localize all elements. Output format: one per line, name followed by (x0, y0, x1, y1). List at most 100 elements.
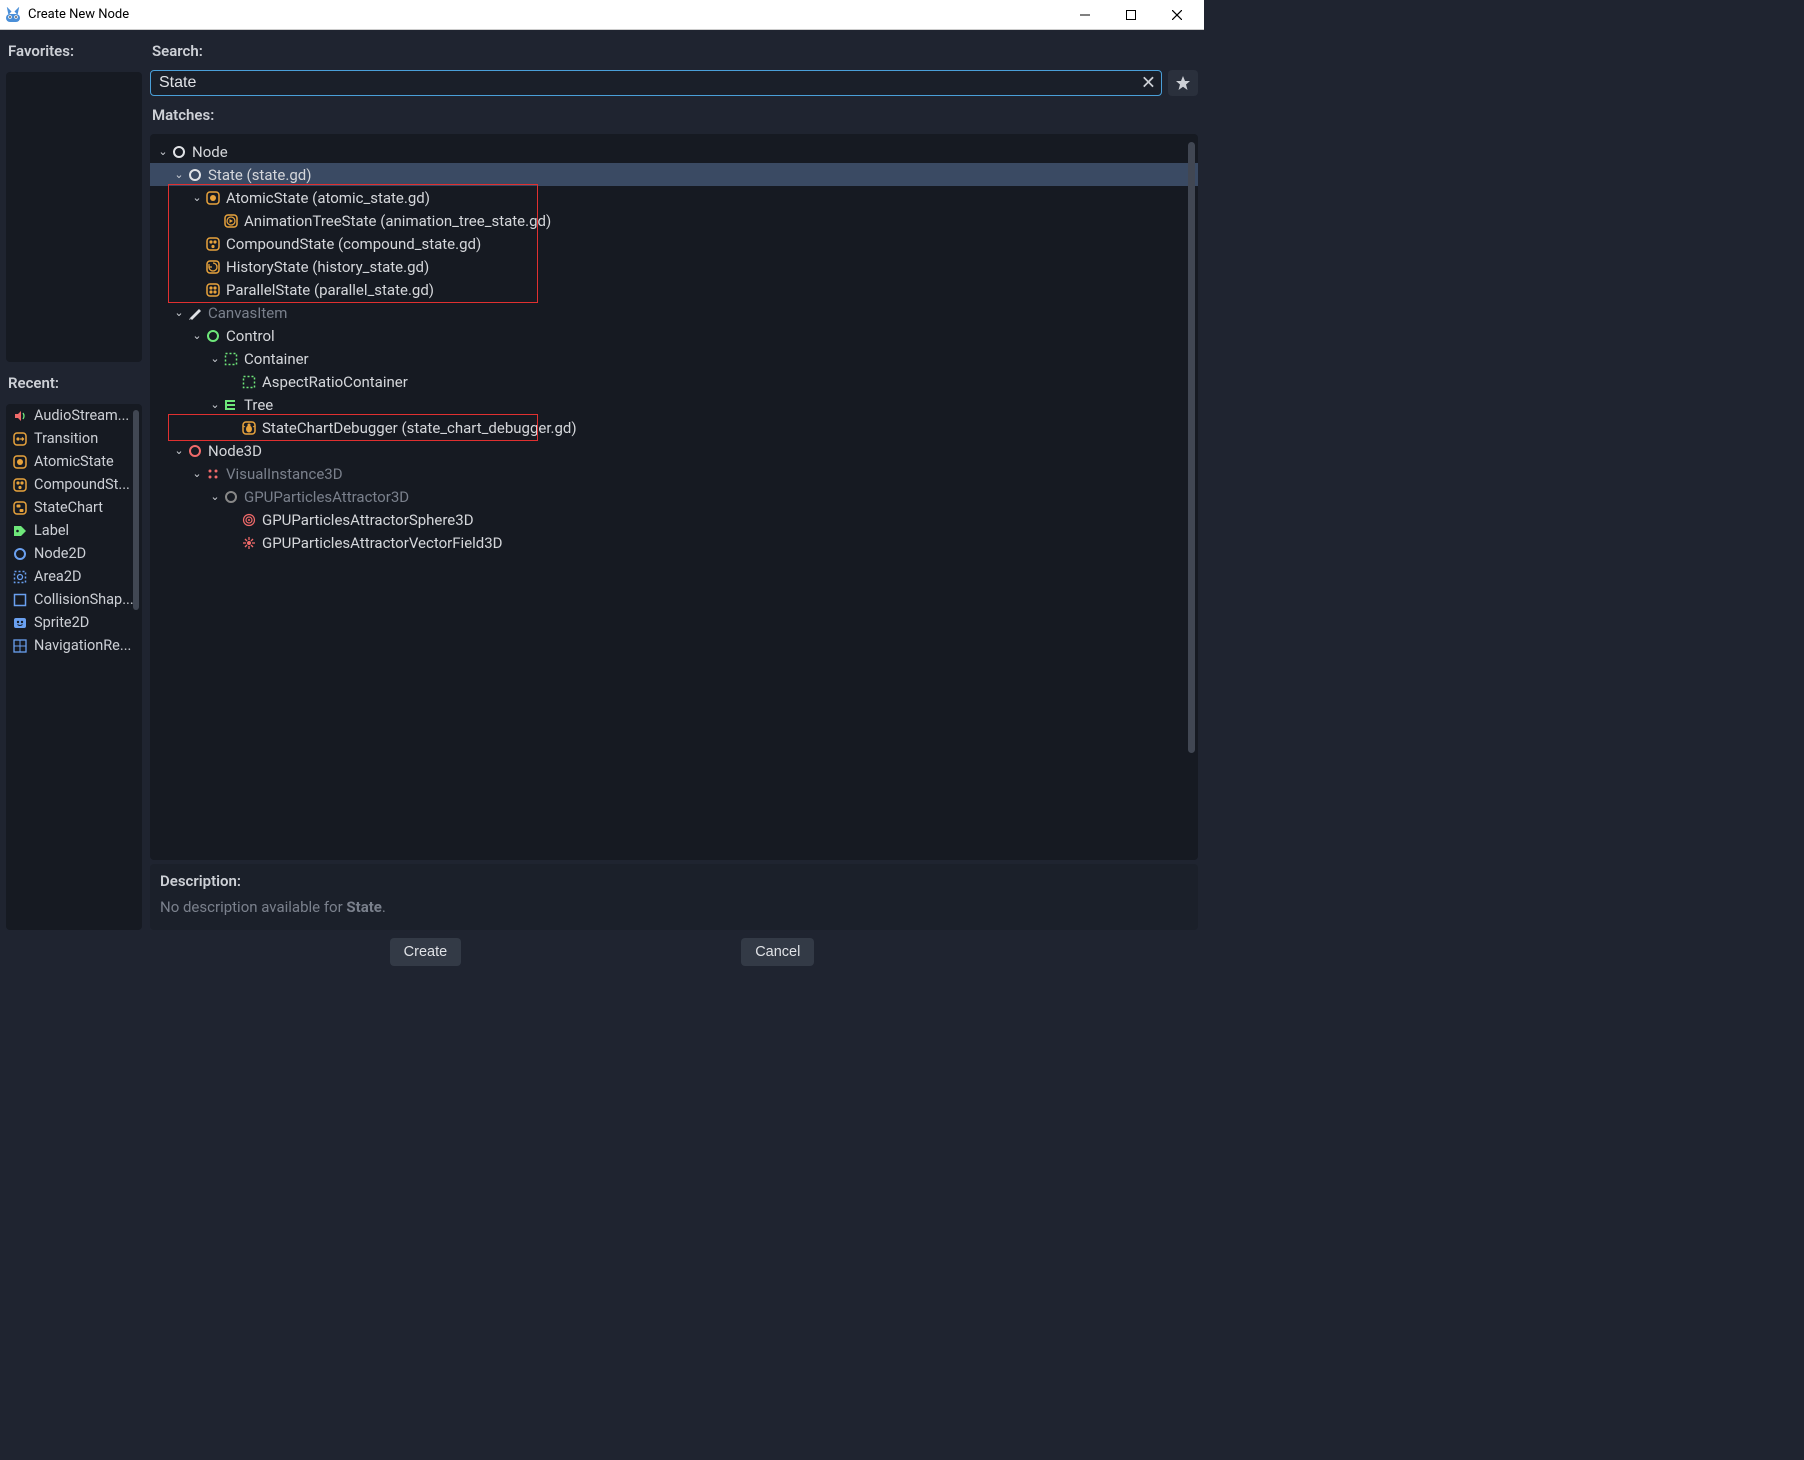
main: Favorites: Recent: AudioStream...Transit… (0, 30, 1204, 930)
tree-row-label: HistoryState (history_state.gd) (226, 258, 429, 276)
recent-item[interactable]: AtomicState (6, 450, 142, 473)
atomic-icon (204, 189, 222, 207)
recent-item[interactable]: Sprite2D (6, 611, 142, 634)
recent-item-label: Area2D (34, 568, 81, 585)
tree-row[interactable]: ⌄Node3D (150, 439, 1198, 462)
parallel-icon (204, 281, 222, 299)
tree-row-label: Tree (244, 396, 273, 414)
bug-icon (240, 419, 258, 437)
close-button[interactable] (1154, 0, 1200, 30)
vectorfield-icon (240, 534, 258, 552)
tree-row-label: AspectRatioContainer (262, 373, 408, 391)
animtree-icon (222, 212, 240, 230)
tree-row[interactable]: ⌄ Container (150, 347, 1198, 370)
recent-item[interactable]: AudioStream... (6, 404, 142, 427)
tree-row-label: Container (244, 350, 309, 368)
tree-row[interactable]: CompoundState (compound_state.gd) (150, 232, 1198, 255)
tree-row-label: Node (192, 143, 228, 161)
tree-row[interactable]: ⌄ Control (150, 324, 1198, 347)
titlebar: Create New Node (0, 0, 1204, 30)
container-icon (222, 350, 240, 368)
recent-list[interactable]: AudioStream... Transition AtomicState Compo… (6, 404, 142, 930)
tree-row[interactable]: ⌄ Node (150, 140, 1198, 163)
compound-icon (12, 477, 28, 493)
chevron-down-icon[interactable]: ⌄ (208, 352, 222, 365)
recent-item[interactable]: NavigationRe... (6, 634, 142, 657)
recent-item[interactable]: Area2D (6, 565, 142, 588)
chevron-down-icon[interactable]: ⌄ (190, 191, 204, 204)
tree-row[interactable]: GPUParticlesAttractorSphere3D (150, 508, 1198, 531)
minimize-button[interactable] (1062, 0, 1108, 30)
tree-row[interactable]: StateChartDebugger (state_chart_debugger… (150, 416, 1198, 439)
node-icon (170, 143, 188, 161)
chevron-down-icon[interactable]: ⌄ (172, 444, 186, 457)
tree-row[interactable]: AnimationTreeState (animation_tree_state… (150, 209, 1198, 232)
recent-item[interactable]: Transition (6, 427, 142, 450)
chevron-down-icon[interactable]: ⌄ (190, 329, 204, 342)
recent-item[interactable]: Label (6, 519, 142, 542)
matches-scrollbar[interactable] (1188, 142, 1195, 852)
canvasitem-icon (186, 304, 204, 322)
ring-white-icon (186, 166, 204, 184)
visual3d-icon (204, 465, 222, 483)
tree-row[interactable]: ⌄ VisualInstance3D (150, 462, 1198, 485)
chevron-down-icon[interactable]: ⌄ (208, 398, 222, 411)
cancel-button[interactable]: Cancel (741, 938, 814, 966)
chevron-down-icon[interactable]: ⌄ (172, 168, 186, 181)
nav-icon (12, 638, 28, 654)
create-button[interactable]: Create (390, 938, 462, 966)
tree-row-label: CanvasItem (208, 304, 287, 322)
area2d-icon (12, 569, 28, 585)
tree-row-label: VisualInstance3D (226, 465, 343, 483)
chevron-down-icon[interactable]: ⌄ (156, 145, 170, 158)
tree-row[interactable]: ⌄ CanvasItem (150, 301, 1198, 324)
description-text: No description available for State. (160, 898, 1188, 916)
recent-item-label: CollisionShap... (34, 591, 134, 608)
chevron-down-icon[interactable]: ⌄ (208, 490, 222, 503)
recent-item[interactable]: Node2D (6, 542, 142, 565)
atomic-icon (12, 454, 28, 470)
recent-label: Recent: (6, 368, 142, 398)
container-icon (240, 373, 258, 391)
compound-icon (204, 235, 222, 253)
tree-row-label: GPUParticlesAttractorVectorField3D (262, 534, 503, 552)
description-label: Description: (160, 872, 1188, 890)
tree-row[interactable]: HistoryState (history_state.gd) (150, 255, 1198, 278)
right-column: Search: ✕ Matches: ⌄Node⌄State (state.gd… (150, 36, 1198, 930)
recent-item[interactable]: StateChart (6, 496, 142, 519)
favorites-panel[interactable] (6, 72, 142, 362)
clear-search-icon[interactable]: ✕ (1141, 73, 1156, 94)
tree-row-label: AnimationTreeState (animation_tree_state… (244, 212, 551, 230)
tree-row[interactable]: AspectRatioContainer (150, 370, 1198, 393)
recent-item-label: Sprite2D (34, 614, 89, 631)
recent-item-label: NavigationRe... (34, 637, 131, 654)
statechart-icon (12, 500, 28, 516)
maximize-button[interactable] (1108, 0, 1154, 30)
recent-item[interactable]: CollisionShap... (6, 588, 142, 611)
tree-row-label: Control (226, 327, 275, 345)
tree-row[interactable]: ⌄ Tree (150, 393, 1198, 416)
scrollbar-thumb[interactable] (133, 410, 139, 610)
tree-row[interactable]: GPUParticlesAttractorVectorField3D (150, 531, 1198, 554)
recent-panel: AudioStream... Transition AtomicState Compo… (6, 404, 142, 930)
tree-row-label: ParallelState (parallel_state.gd) (226, 281, 434, 299)
app-icon (4, 6, 22, 24)
chevron-down-icon[interactable]: ⌄ (190, 467, 204, 480)
chevron-down-icon[interactable]: ⌄ (172, 306, 186, 319)
tree-row-label: GPUParticlesAttractorSphere3D (262, 511, 474, 529)
recent-item-label: CompoundSt... (34, 476, 130, 493)
search-label: Search: (150, 36, 1198, 66)
search-input[interactable] (150, 70, 1162, 96)
favorite-toggle-button[interactable] (1168, 70, 1198, 96)
tree-row[interactable]: ParallelState (parallel_state.gd) (150, 278, 1198, 301)
attractor-icon (240, 511, 258, 529)
matches-panel[interactable]: ⌄ Node ⌄State (state.gd)⌄AtomicState (atom… (150, 134, 1198, 860)
tree-row[interactable]: ⌄GPUParticlesAttractor3D (150, 485, 1198, 508)
recent-item-label: Transition (34, 430, 98, 447)
tree-row[interactable]: ⌄State (state.gd) (150, 163, 1198, 186)
node3d-icon (186, 442, 204, 460)
recent-item[interactable]: CompoundSt... (6, 473, 142, 496)
window-title: Create New Node (28, 7, 1062, 22)
tree-row[interactable]: ⌄AtomicState (atomic_state.gd) (150, 186, 1198, 209)
control-ring-icon (204, 327, 222, 345)
